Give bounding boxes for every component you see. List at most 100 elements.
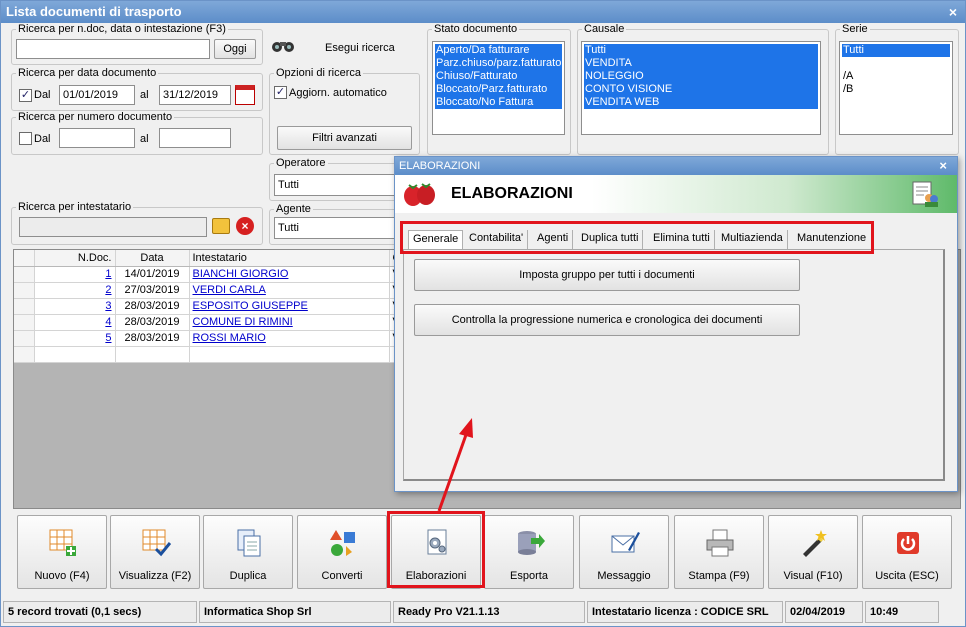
list-item[interactable]: VENDITA (584, 57, 818, 70)
new-grid-icon (49, 529, 76, 556)
convert-label: Converti (321, 570, 363, 582)
date-to-input[interactable]: 31/12/2019 (159, 85, 231, 105)
table-row-empty (14, 346, 400, 363)
list-item[interactable]: /A (842, 70, 950, 83)
row-indicator (14, 330, 35, 347)
list-item[interactable]: Tutti (584, 44, 818, 57)
set-group-button[interactable]: Imposta gruppo per tutti i documenti (414, 259, 800, 291)
row-indicator (14, 250, 35, 267)
status-time: 10:49 (865, 601, 939, 623)
calendar-icon[interactable] (235, 85, 255, 105)
col-header-ndoc[interactable]: N.Doc. (34, 250, 116, 267)
holder-legend: Ricerca per intestatario (18, 201, 132, 213)
cell-ndoc[interactable]: 3 (34, 298, 116, 315)
cell-ndoc[interactable]: 4 (34, 314, 116, 331)
number-from-input[interactable] (59, 128, 135, 148)
duplicate-button[interactable]: Duplica (203, 515, 293, 589)
col-header-holder[interactable]: Intestatario (189, 250, 390, 267)
exit-label: Uscita (ESC) (875, 570, 939, 582)
list-item[interactable]: Bloccato/Parz.fatturato (435, 83, 562, 96)
print-button[interactable]: Stampa (F9) (674, 515, 764, 589)
new-label: Nuovo (F4) (34, 570, 90, 582)
cell-holder[interactable]: ROSSI MARIO (189, 330, 390, 347)
list-item[interactable]: Parz.chiuso/parz.fatturato (435, 57, 562, 70)
check-numbering-button[interactable]: Controlla la progressione numerica e cro… (414, 304, 800, 336)
holder-input[interactable] (19, 217, 207, 237)
view-button[interactable]: Visualizza (F2) (110, 515, 200, 589)
binoculars-icon (272, 42, 294, 52)
exit-button[interactable]: Uscita (ESC) (862, 515, 952, 589)
dialog-close-icon[interactable]: × (939, 157, 947, 175)
list-item[interactable]: Aperto/Da fatturare (435, 44, 562, 57)
duplicate-icon (237, 529, 261, 557)
operator-select[interactable]: Tutti (274, 174, 399, 196)
advanced-filters-button[interactable]: Filtri avanzati (277, 126, 412, 150)
cell-holder[interactable]: BIANCHI GIORGIO (189, 266, 390, 283)
tabs-highlight (400, 221, 874, 254)
list-item[interactable]: CONTO VISIONE (584, 83, 818, 96)
date-from-input[interactable]: 01/01/2019 (59, 85, 135, 105)
cell-ndoc[interactable]: 5 (34, 330, 116, 347)
status-date: 02/04/2019 (785, 601, 863, 623)
reason-legend: Causale (584, 23, 625, 35)
search-date-legend: Ricerca per data documento (18, 67, 157, 79)
close-icon[interactable]: × (949, 1, 957, 23)
message-button[interactable]: Messaggio (579, 515, 669, 589)
row-indicator (14, 282, 35, 299)
cell-ndoc[interactable]: 1 (34, 266, 116, 283)
search-ndoc-input[interactable] (16, 39, 210, 59)
new-button[interactable]: Nuovo (F4) (17, 515, 107, 589)
series-legend: Serie (842, 23, 868, 35)
table-row[interactable]: 3 28/03/2019 ESPOSITO GIUSEPPE VEN (14, 298, 400, 315)
dialog-heading: ELABORAZIONI (451, 185, 573, 202)
search-number-legend: Ricerca per numero documento (18, 111, 173, 123)
run-search-button[interactable]: Esegui ricerca (269, 33, 419, 65)
col-header-date[interactable]: Data (115, 250, 190, 267)
cell-holder[interactable]: COMUNE DI RIMINI (189, 314, 390, 331)
list-item[interactable]: Chiuso/Fatturato (435, 70, 562, 83)
cell-date: 28/03/2019 (115, 330, 190, 347)
number-to-input[interactable] (159, 128, 231, 148)
export-button[interactable]: Esporta (484, 515, 574, 589)
date-from-checkbox[interactable]: ✓ (19, 89, 32, 102)
number-to-label: al (140, 133, 149, 145)
number-from-checkbox[interactable] (19, 132, 32, 145)
list-item[interactable]: Bloccato/No Fattura (435, 96, 562, 109)
table-row[interactable]: 4 28/03/2019 COMUNE DI RIMINI VEN (14, 314, 400, 331)
grid-header-row: N.Doc. Data Intestatario Cau (14, 250, 400, 267)
dialog-header: ELABORAZIONI (395, 175, 957, 213)
auto-update-checkbox[interactable]: ✓ (274, 86, 287, 99)
convert-button[interactable]: Converti (297, 515, 387, 589)
processing-highlight (387, 511, 485, 588)
list-item[interactable]: NOLEGGIO (584, 70, 818, 83)
table-row[interactable]: 1 14/01/2019 BIANCHI GIORGIO VEN (14, 266, 400, 283)
row-indicator (14, 266, 35, 283)
message-label: Messaggio (597, 570, 651, 582)
doc-status-legend: Stato documento (434, 23, 518, 35)
strawberry-icon (404, 183, 435, 206)
list-item[interactable]: Tutti (842, 44, 950, 57)
date-to-label: al (140, 89, 149, 101)
cell-holder[interactable]: VERDI CARLA (189, 282, 390, 299)
status-license: Intestatario licenza : CODICE SRL (587, 601, 783, 623)
table-row[interactable]: 5 28/03/2019 ROSSI MARIO VEN (14, 330, 400, 347)
doc-status-list[interactable]: Aperto/Da fatturare Parz.chiuso/parz.fat… (432, 41, 565, 135)
reason-list[interactable]: Tutti VENDITA NOLEGGIO CONTO VISIONE VEN… (581, 41, 821, 135)
folder-icon[interactable] (212, 218, 230, 234)
row-indicator (14, 298, 35, 315)
clear-icon[interactable]: × (236, 217, 254, 235)
today-button[interactable]: Oggi (214, 39, 256, 59)
list-item[interactable]: /B (842, 83, 950, 96)
visual-button[interactable]: Visual (F10) (768, 515, 858, 589)
run-search-label: Esegui ricerca (325, 42, 395, 54)
cell-holder[interactable]: ESPOSITO GIUSEPPE (189, 298, 390, 315)
series-list[interactable]: Tutti /A /B (839, 41, 953, 135)
duplicate-label: Duplica (229, 570, 267, 582)
list-item[interactable] (842, 57, 950, 70)
table-row[interactable]: 2 27/03/2019 VERDI CARLA VEN (14, 282, 400, 299)
list-item[interactable]: VENDITA WEB (584, 96, 818, 109)
status-version: Ready Pro V21.1.13 (393, 601, 585, 623)
cell-ndoc[interactable]: 2 (34, 282, 116, 299)
agent-select[interactable]: Tutti (274, 217, 399, 239)
dialog-title: ELABORAZIONI (399, 160, 481, 172)
